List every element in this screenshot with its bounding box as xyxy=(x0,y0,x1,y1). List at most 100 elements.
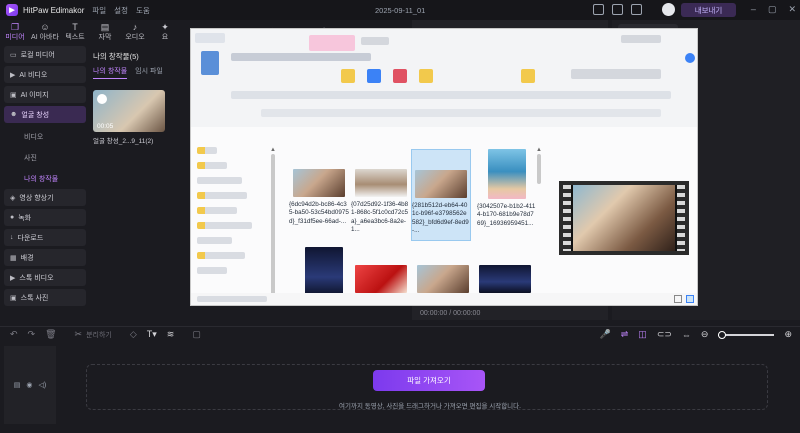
sidebar-item[interactable]: ▭ 로컬 미디어 xyxy=(4,46,86,63)
file-thumbnail xyxy=(415,170,467,198)
tool-effects[interactable]: ✦ 요 xyxy=(150,20,180,44)
sidebar-subitem[interactable]: 사진 xyxy=(4,147,86,168)
timeline-right-tools: 🎤 ⇌ ◫ ⊂⊃ ⇔ ⊖ ⊕ xyxy=(600,329,792,340)
zoom-out-icon[interactable]: ⊖ xyxy=(701,329,709,340)
file-item[interactable] xyxy=(294,247,354,297)
tool-media[interactable]: ❐ 미디어 xyxy=(0,20,30,44)
sidebar-item[interactable]: ▶ AI 비디오 xyxy=(4,66,86,83)
folder-icon: ▭ xyxy=(10,51,17,59)
sidebar-item[interactable]: ● 녹화 xyxy=(4,209,86,226)
tree-item[interactable] xyxy=(197,207,237,214)
track-audio-icon[interactable]: ◁) xyxy=(39,381,47,389)
tree-item[interactable] xyxy=(197,267,227,274)
maximize-icon[interactable]: ▢ xyxy=(768,4,777,15)
help-icon[interactable] xyxy=(685,53,695,63)
file-item[interactable]: {6dc94d2b-bc86-4c35-ba50-53c54bd0975d}_f… xyxy=(289,169,349,226)
file-item-selected[interactable]: {281b512d-eb64-401c-b96f-e3798562e582}_b… xyxy=(411,149,471,241)
preview-timecode: 00:00:00 / 00:00:00 xyxy=(420,310,481,317)
tree-item[interactable] xyxy=(197,237,232,244)
layout-icon[interactable] xyxy=(593,4,604,15)
ribbon-blur xyxy=(361,37,389,45)
text-tool-icon[interactable]: T▾ xyxy=(147,329,157,340)
file-item[interactable] xyxy=(351,265,411,293)
message-icon[interactable] xyxy=(631,4,642,15)
sidebar-item[interactable]: ◈ 영상 향상기 xyxy=(4,189,86,206)
sidebar-item[interactable]: ▣ AI 이미지 xyxy=(4,86,86,103)
tool-text[interactable]: T 텍스트 xyxy=(60,20,90,44)
import-file-label: 파일 가져오기 xyxy=(407,376,451,385)
file-item[interactable]: {3042507e-b1b2-4114-b170-681b9e78d769}_1… xyxy=(477,149,537,228)
audio-tool-icon[interactable]: ≋ xyxy=(167,329,175,340)
sidebar-item[interactable]: ▣ 스톡 사진 xyxy=(4,289,86,306)
redo-icon[interactable]: ↷ xyxy=(28,329,36,340)
file-name: {07d25d92-1f36-4b81-868c-5f1c0cd72c5a}_a… xyxy=(351,201,409,233)
tree-item[interactable] xyxy=(197,147,217,154)
fit-icon[interactable]: ⇔ xyxy=(682,330,691,340)
media-thumbnail[interactable]: 00:05 xyxy=(93,90,165,132)
tree-item[interactable] xyxy=(197,192,247,199)
tool-audio[interactable]: ♪ 오디오 xyxy=(120,20,150,44)
undo-icon[interactable]: ↶ xyxy=(10,329,18,340)
tree-item[interactable] xyxy=(197,222,252,229)
import-file-button[interactable]: 파일 가져오기 xyxy=(373,370,485,391)
user-avatar[interactable] xyxy=(662,3,675,16)
ribbon-blur xyxy=(521,69,535,83)
zoom-knob[interactable] xyxy=(718,330,727,339)
files-scrollbar[interactable] xyxy=(537,154,541,184)
timeline-toolbar: ↶ ↷ 🗑 ✂ 분리하기 ◇ T▾ ≋ ▢ 🎤 ⇌ ◫ ⊂⊃ ⇔ ⊖ ⊕ xyxy=(0,326,800,342)
tab-temp-files[interactable]: 임시 파일 xyxy=(135,66,163,79)
export-label: 내보내기 xyxy=(694,5,723,15)
ribbon-blur xyxy=(393,69,407,83)
split-icon[interactable]: ✂ xyxy=(75,329,83,340)
menu-settings[interactable]: 설정 xyxy=(114,5,128,16)
sidebar-item[interactable]: ▦ 배경 xyxy=(4,249,86,266)
tree-item[interactable] xyxy=(197,177,242,184)
tree-item[interactable] xyxy=(197,252,245,259)
menu-file[interactable]: 파일 xyxy=(92,5,106,16)
file-item[interactable] xyxy=(475,265,535,293)
sidebar-subitem[interactable]: 비디오 xyxy=(4,126,86,147)
zoom-in-icon[interactable]: ⊕ xyxy=(784,329,792,340)
drop-hint-text: 여기까지 동영상, 사진을 드래그하거나 가져오면 편집을 시작합니다. xyxy=(339,403,521,410)
file-item[interactable]: {07d25d92-1f36-4b81-868c-5f1c0cd72c5a}_a… xyxy=(351,169,411,234)
chain-icon[interactable]: ⊂⊃ xyxy=(657,329,672,340)
microphone-icon[interactable]: 🎤 xyxy=(600,329,611,340)
tool-avatar[interactable]: ☺ AI 아바타 xyxy=(30,20,60,44)
tree-scrollbar[interactable] xyxy=(271,154,275,304)
ribbon-blur xyxy=(419,69,433,83)
delete-icon[interactable]: 🗑 xyxy=(45,329,56,340)
window-controls: – ▢ ✕ xyxy=(751,4,796,15)
scroll-up-icon[interactable]: ▲ xyxy=(270,147,276,153)
file-name: {6dc94d2b-bc86-4c35-ba50-53c54bd0975d}_f… xyxy=(289,201,349,225)
shield-icon[interactable]: ◇ xyxy=(130,329,137,340)
stock-video-icon: ▶ xyxy=(10,274,16,282)
close-icon[interactable]: ✕ xyxy=(788,4,796,15)
split-label[interactable]: 분리하기 xyxy=(86,330,112,340)
track-lock-icon[interactable]: ▤ xyxy=(14,381,21,389)
ribbon-blur xyxy=(341,69,355,83)
sidebar-item[interactable]: ↓ 다운로드 xyxy=(4,229,86,246)
left-sidebar: ▭ 로컬 미디어 ▶ AI 비디오 ▣ AI 이미지 ☻ 얼굴 창성비디오 사진 나의 창작물 ◈ 영… xyxy=(4,46,86,318)
sidebar-subitem[interactable]: 나의 창작물 xyxy=(4,168,86,189)
screen-icon[interactable] xyxy=(612,4,623,15)
zoom-slider[interactable] xyxy=(718,330,775,339)
tree-item[interactable] xyxy=(197,162,227,169)
link-icon[interactable]: ⇌ xyxy=(621,329,629,340)
face-icon: ☻ xyxy=(10,111,18,118)
magnet-icon[interactable]: ◫ xyxy=(638,329,647,340)
minimize-icon[interactable]: – xyxy=(751,4,756,15)
file-thumbnail xyxy=(293,169,345,197)
play-icon[interactable] xyxy=(97,94,107,104)
sidebar-item[interactable]: ▶ 스톡 비디오 xyxy=(4,269,86,286)
export-button[interactable]: 내보내기 xyxy=(681,3,736,17)
marker-icon[interactable]: ▢ xyxy=(192,329,201,340)
thumbnail-view-icon[interactable] xyxy=(686,295,694,303)
tab-my-creations[interactable]: 나의 창작물 xyxy=(93,66,128,79)
details-view-icon[interactable] xyxy=(674,295,682,303)
tool-label: 미디어 xyxy=(5,33,25,41)
file-item[interactable] xyxy=(413,265,473,293)
menu-help[interactable]: 도움 xyxy=(136,5,150,16)
track-visibility-icon[interactable]: ◉ xyxy=(26,381,32,389)
sidebar-item[interactable]: ☻ 얼굴 창성 xyxy=(4,106,86,123)
tool-subtitle[interactable]: ▤ 자막 xyxy=(90,20,120,44)
